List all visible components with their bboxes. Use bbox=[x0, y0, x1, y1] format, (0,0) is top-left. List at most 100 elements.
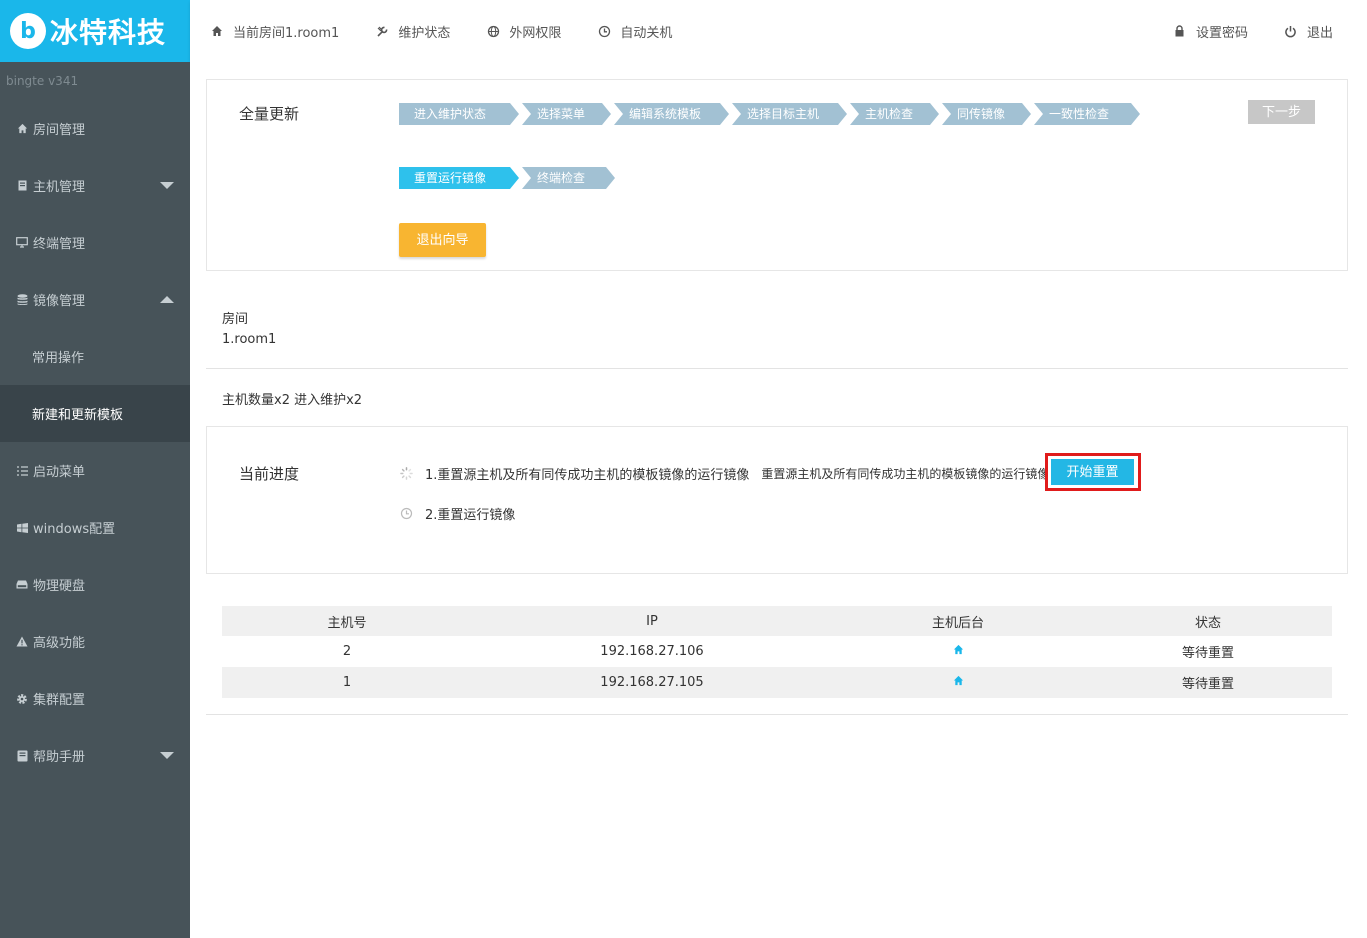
hosts-table: 主机号 IP 主机后台 状态 2 192.168.27.106 等待重置 1 1… bbox=[222, 606, 1332, 698]
wrench-icon bbox=[375, 24, 389, 38]
wizard-panel: 全量更新 进入维护状态 选择菜单 编辑系统模板 选择目标主机 主机检查 同传镜像… bbox=[206, 79, 1348, 271]
step-enter-maintenance[interactable]: 进入维护状态 bbox=[399, 103, 519, 125]
progress-title: 当前进度 bbox=[239, 465, 300, 483]
wizard-title: 全量更新 bbox=[239, 105, 300, 123]
nav-set-password[interactable]: 设置密码 bbox=[1173, 22, 1248, 41]
column-header-ip: IP bbox=[472, 606, 832, 636]
server-icon bbox=[16, 180, 28, 192]
nav-current-room-label: 当前房间1.room1 bbox=[233, 25, 340, 41]
logo: b 冰特科技 bbox=[0, 0, 190, 62]
sidebar-item-image-management[interactable]: 镜像管理 bbox=[0, 271, 190, 328]
sidebar-subitem-common-operations[interactable]: 常用操作 bbox=[0, 328, 190, 385]
book-icon bbox=[16, 750, 28, 762]
nav-auto-shutdown-label: 自动关机 bbox=[620, 25, 673, 41]
step-consistency-check[interactable]: 一致性检查 bbox=[1034, 103, 1140, 125]
spinner-icon bbox=[399, 467, 413, 481]
nav-logout[interactable]: 退出 bbox=[1284, 22, 1333, 41]
home-icon[interactable] bbox=[953, 675, 964, 690]
sidebar-item-label: 启动菜单 bbox=[33, 465, 86, 480]
step-sync-image[interactable]: 同传镜像 bbox=[942, 103, 1031, 125]
clock-icon bbox=[399, 507, 413, 521]
cell-host-id: 2 bbox=[222, 636, 472, 667]
step-terminal-check[interactable]: 终端检查 bbox=[522, 167, 615, 189]
step-reset-run-image[interactable]: 重置运行镜像 bbox=[399, 167, 519, 189]
nav-internet-access-label: 外网权限 bbox=[509, 25, 562, 41]
nav-logout-label: 退出 bbox=[1306, 25, 1333, 41]
power-icon bbox=[1284, 24, 1298, 38]
progress-step-1: 1.重置源主机及所有同传成功主机的模板镜像的运行镜像 重置源主机及所有同传成功主… bbox=[399, 464, 1048, 483]
sidebar-item-windows-config[interactable]: windows配置 bbox=[0, 499, 190, 556]
sidebar-subitem-create-update-template[interactable]: 新建和更新模板 bbox=[0, 385, 190, 442]
sidebar-item-label: 终端管理 bbox=[33, 237, 86, 252]
home-icon bbox=[16, 123, 28, 135]
step-edit-system-template[interactable]: 编辑系统模板 bbox=[614, 103, 729, 125]
wizard-steps-row1: 进入维护状态 选择菜单 编辑系统模板 选择目标主机 主机检查 同传镜像 一致性检… bbox=[399, 103, 1143, 125]
cell-status: 等待重置 bbox=[1084, 667, 1332, 698]
warning-icon bbox=[16, 636, 28, 648]
divider bbox=[206, 368, 1348, 369]
chevron-up-icon bbox=[160, 295, 174, 303]
main-content: 全量更新 进入维护状态 选择菜单 编辑系统模板 选择目标主机 主机检查 同传镜像… bbox=[190, 62, 1367, 938]
home-icon bbox=[210, 24, 224, 38]
table-row: 1 192.168.27.105 等待重置 bbox=[222, 667, 1332, 698]
sidebar: bingte v341 房间管理 主机管理 终端管理 镜像管理 常用操作 新建和… bbox=[0, 62, 190, 938]
cell-ip: 192.168.27.106 bbox=[472, 636, 832, 667]
next-step-button[interactable]: 下一步 bbox=[1248, 100, 1315, 124]
chevron-down-icon bbox=[160, 751, 174, 759]
divider bbox=[206, 714, 1348, 715]
sidebar-subitem-label: 新建和更新模板 bbox=[32, 408, 124, 423]
sidebar-item-label: 镜像管理 bbox=[33, 294, 86, 309]
clock-icon bbox=[597, 24, 611, 38]
chevron-down-icon bbox=[160, 181, 174, 189]
progress-step-1-detail: 重置源主机及所有同传成功主机的模板镜像的运行镜像 bbox=[761, 467, 1049, 481]
sidebar-item-label: 房间管理 bbox=[33, 123, 86, 138]
cell-status: 等待重置 bbox=[1084, 636, 1332, 667]
start-reset-button[interactable]: 开始重置 bbox=[1051, 459, 1134, 485]
brand-name: 冰特科技 bbox=[50, 16, 167, 49]
top-nav-left: 当前房间1.room1 维护状态 外网权限 自动关机 bbox=[190, 22, 708, 41]
monitor-icon bbox=[16, 237, 28, 249]
sidebar-item-physical-disk[interactable]: 物理硬盘 bbox=[0, 556, 190, 613]
sidebar-item-help-manual[interactable]: 帮助手册 bbox=[0, 727, 190, 784]
version-label: bingte v341 bbox=[6, 74, 79, 88]
column-header-host-console: 主机后台 bbox=[832, 606, 1084, 636]
sidebar-item-label: 高级功能 bbox=[33, 636, 86, 651]
room-value: 1.room1 bbox=[222, 332, 277, 347]
progress-step-2: 2.重置运行镜像 bbox=[399, 504, 515, 523]
step-select-target-host[interactable]: 选择目标主机 bbox=[732, 103, 847, 125]
wizard-steps-row2: 重置运行镜像 终端检查 bbox=[399, 167, 618, 189]
gear-icon bbox=[16, 693, 28, 705]
step-host-check[interactable]: 主机检查 bbox=[850, 103, 939, 125]
home-icon[interactable] bbox=[953, 644, 964, 659]
sidebar-item-boot-menu[interactable]: 启动菜单 bbox=[0, 442, 190, 499]
sidebar-item-host-management[interactable]: 主机管理 bbox=[0, 157, 190, 214]
nav-auto-shutdown[interactable]: 自动关机 bbox=[597, 22, 672, 41]
nav-set-password-label: 设置密码 bbox=[1195, 25, 1248, 41]
top-navbar: 当前房间1.room1 维护状态 外网权限 自动关机 设置密码 退出 bbox=[190, 0, 1367, 62]
sidebar-item-label: 主机管理 bbox=[33, 180, 86, 195]
room-label: 房间 bbox=[222, 312, 249, 327]
sidebar-item-room-management[interactable]: 房间管理 bbox=[0, 100, 190, 157]
progress-step-2-text: 2.重置运行镜像 bbox=[425, 508, 516, 523]
table-header-row: 主机号 IP 主机后台 状态 bbox=[222, 606, 1332, 636]
nav-internet-access[interactable]: 外网权限 bbox=[486, 22, 561, 41]
sidebar-item-terminal-management[interactable]: 终端管理 bbox=[0, 214, 190, 271]
sidebar-item-advanced-features[interactable]: 高级功能 bbox=[0, 613, 190, 670]
cell-ip: 192.168.27.105 bbox=[472, 667, 832, 698]
host-summary: 主机数量x2 进入维护x2 bbox=[222, 393, 363, 408]
step-select-menu[interactable]: 选择菜单 bbox=[522, 103, 611, 125]
nav-current-room[interactable]: 当前房间1.room1 bbox=[210, 22, 339, 41]
cell-host-console bbox=[832, 667, 1084, 698]
database-icon bbox=[16, 293, 28, 306]
list-icon bbox=[16, 465, 28, 477]
sidebar-item-label: 集群配置 bbox=[33, 693, 86, 708]
nav-maintenance-label: 维护状态 bbox=[398, 25, 451, 41]
cell-host-id: 1 bbox=[222, 667, 472, 698]
exit-wizard-button[interactable]: 退出向导 bbox=[399, 223, 486, 257]
column-header-host-id: 主机号 bbox=[222, 606, 472, 636]
top-nav-right: 设置密码 退出 bbox=[1137, 22, 1367, 41]
lock-icon bbox=[1173, 24, 1187, 38]
sidebar-item-cluster-config[interactable]: 集群配置 bbox=[0, 670, 190, 727]
table-row: 2 192.168.27.106 等待重置 bbox=[222, 636, 1332, 667]
nav-maintenance[interactable]: 维护状态 bbox=[375, 22, 450, 41]
